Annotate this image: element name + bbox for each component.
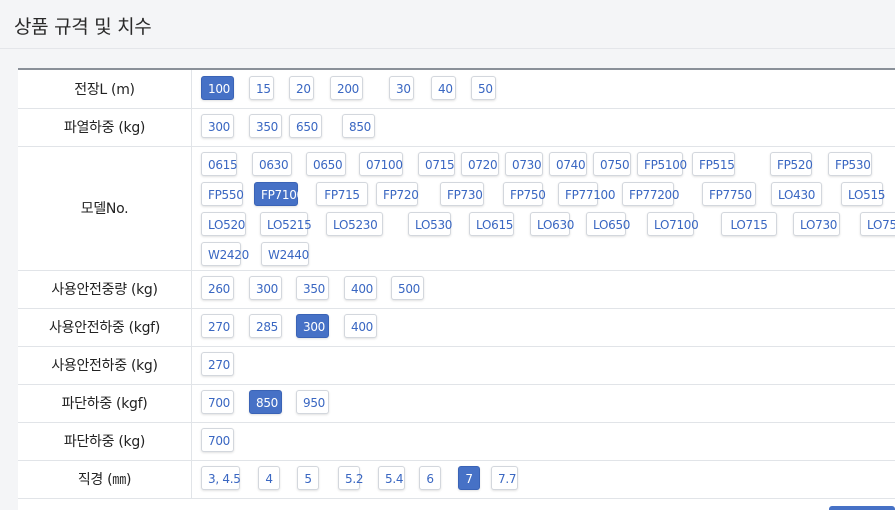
spec-row: 파단하중 (kg) 700: [18, 422, 895, 461]
option-button[interactable]: FP515: [692, 152, 735, 176]
spec-label: 전장L (m): [18, 70, 192, 108]
option-button[interactable]: 0740: [549, 152, 587, 176]
option-button[interactable]: 20: [289, 76, 314, 100]
option-button[interactable]: 3, 4.5: [201, 466, 241, 490]
option-button[interactable]: LO515: [841, 182, 885, 206]
option-button[interactable]: FP720: [376, 182, 419, 206]
option-button[interactable]: LO5230: [326, 212, 383, 236]
option-button[interactable]: 30: [389, 76, 414, 100]
option-button[interactable]: FP7100: [254, 182, 304, 206]
option-button[interactable]: 50: [471, 76, 496, 100]
option-button[interactable]: LO530: [408, 212, 452, 236]
option-button[interactable]: 0720: [461, 152, 499, 176]
option-button[interactable]: 7.7: [491, 466, 518, 490]
option-button[interactable]: W2420: [201, 242, 249, 266]
option-button[interactable]: 850: [249, 390, 282, 414]
option-button[interactable]: W2440: [261, 242, 309, 266]
option-button[interactable]: 0630: [252, 152, 292, 176]
option-button[interactable]: 400: [344, 276, 377, 300]
spec-row: 사용안전하중 (kg) 270: [18, 346, 895, 385]
option-button[interactable]: 400: [344, 314, 377, 338]
option-button[interactable]: 200: [330, 76, 363, 100]
option-button[interactable]: LO7100: [647, 212, 699, 236]
option-button[interactable]: 0615: [201, 152, 238, 176]
option-button[interactable]: 15: [249, 76, 274, 100]
option-button[interactable]: 0715: [418, 152, 455, 176]
spec-label: 모델No.: [18, 146, 192, 270]
option-button[interactable]: 950: [296, 390, 329, 414]
option-button[interactable]: 100: [201, 76, 234, 100]
option-button[interactable]: 270: [201, 352, 234, 376]
option-button[interactable]: 0650: [306, 152, 346, 176]
option-button[interactable]: LO630: [530, 212, 574, 236]
option-button[interactable]: LO750: [860, 212, 895, 236]
option-button[interactable]: 300: [249, 276, 282, 300]
page-title: 상품 규격 및 치수: [14, 16, 152, 38]
option-button[interactable]: FP5100: [637, 152, 687, 176]
option-button[interactable]: 850: [342, 114, 375, 138]
option-button[interactable]: 700: [201, 390, 234, 414]
option-button[interactable]: 500: [391, 276, 424, 300]
option-button[interactable]: 285: [249, 314, 282, 338]
option-button[interactable]: LO730: [793, 212, 840, 236]
option-button[interactable]: 5: [297, 466, 319, 490]
spec-label: 사용안전중량 (kg): [18, 270, 192, 308]
option-button[interactable]: FP530: [828, 152, 872, 176]
spec-label: 직경 (㎜): [18, 460, 192, 498]
option-button[interactable]: 4: [258, 466, 280, 490]
spec-row: 사용안전하중 (kgf) 270 285 300 400: [18, 308, 895, 347]
spec-label: 파열하중 (kg): [18, 108, 192, 146]
option-button[interactable]: FP750: [503, 182, 546, 206]
option-button[interactable]: FP77200: [622, 182, 680, 206]
option-button[interactable]: FP520: [770, 152, 813, 176]
option-button[interactable]: 300: [201, 114, 234, 138]
spec-row: 모델No. 0615 0630 0650 07100 0715 0720 0730 0740 07…: [18, 146, 895, 271]
spec-row: 파열하중 (kg) 300 350 650 850: [18, 108, 895, 147]
option-button[interactable]: FP730: [440, 182, 484, 206]
option-button[interactable]: 260: [201, 276, 234, 300]
option-button[interactable]: 07100: [359, 152, 403, 176]
option-button[interactable]: 700: [201, 428, 234, 452]
bottom-action-button[interactable]: [829, 506, 895, 510]
option-button[interactable]: 7: [458, 466, 480, 490]
option-button[interactable]: LO715: [721, 212, 777, 236]
option-button[interactable]: 270: [201, 314, 234, 338]
option-button[interactable]: FP7750: [702, 182, 756, 206]
option-button[interactable]: 0750: [593, 152, 631, 176]
option-button[interactable]: FP715: [316, 182, 368, 206]
option-button[interactable]: LO520: [201, 212, 246, 236]
spec-table: 전장L (m) 100 15 20 200 30 40 50 파열하중 (kg) 300 350 65…: [18, 68, 895, 510]
option-button[interactable]: LO430: [771, 182, 822, 206]
option-button[interactable]: 650: [289, 114, 322, 138]
option-button[interactable]: 5.4: [378, 466, 405, 490]
spec-row: 사용안전중량 (kg) 260 300 350 400 500: [18, 270, 895, 309]
spec-label: 파단하중 (kg): [18, 422, 192, 460]
spec-row: 파단하중 (kgf) 700 850 950: [18, 384, 895, 423]
spec-row: 직경 (㎜) 3, 4.5 4 5 5.2 5.4 6 7 7.7: [18, 460, 895, 499]
spec-label: 사용안전하중 (kgf): [18, 308, 192, 346]
page-header: 상품 규격 및 치수: [0, 0, 895, 49]
option-button[interactable]: LO5215: [260, 212, 312, 236]
option-button[interactable]: LO650: [586, 212, 630, 236]
option-button[interactable]: 0730: [505, 152, 543, 176]
option-button[interactable]: 6: [419, 466, 441, 490]
option-button[interactable]: 40: [431, 76, 456, 100]
option-button[interactable]: 350: [296, 276, 329, 300]
option-button[interactable]: 350: [249, 114, 282, 138]
spec-label: 파단하중 (kgf): [18, 384, 192, 422]
option-button[interactable]: 300: [296, 314, 329, 338]
option-button[interactable]: LO615: [469, 212, 514, 236]
spec-row: 전장L (m) 100 15 20 200 30 40 50: [18, 70, 895, 109]
option-button[interactable]: FP77100: [558, 182, 616, 206]
option-button[interactable]: 5.2: [338, 466, 363, 490]
spec-label: 사용안전하중 (kg): [18, 346, 192, 384]
option-button[interactable]: FP550: [201, 182, 244, 206]
